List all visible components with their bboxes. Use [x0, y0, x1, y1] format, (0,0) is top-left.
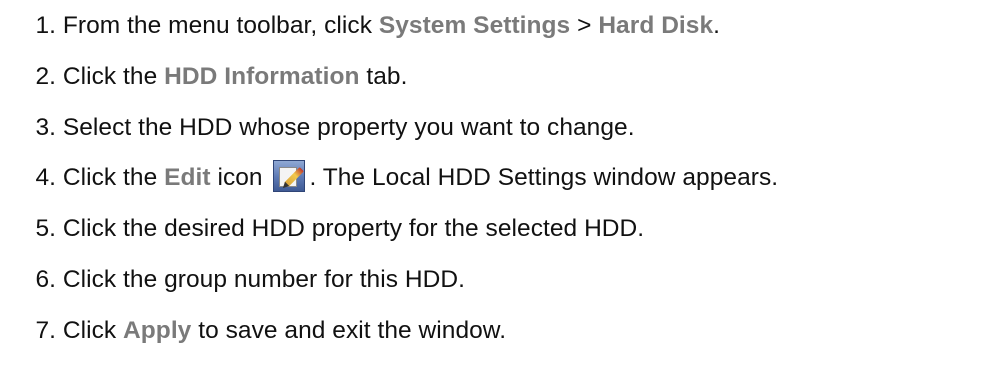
step-number: 7.	[35, 317, 56, 344]
step-text: Click the	[62, 63, 165, 90]
step-5: 5. Click the desired HDD property for th…	[10, 209, 644, 249]
step-number: 1.	[35, 12, 56, 39]
step-text: Select the HDD whose property you want t…	[62, 114, 635, 141]
step-text: Click the desired HDD property for the s…	[62, 215, 645, 242]
step-7: 7. Click Apply to save and exit the wind…	[10, 311, 506, 351]
step-4: 4. Click the Edit icon . The Local HDD S…	[10, 158, 778, 198]
step-text: . The Local HDD Settings window appears.	[309, 164, 779, 191]
tab-reference: HDD Information	[164, 63, 360, 90]
step-6: 6. Click the group number for this HDD.	[10, 260, 465, 300]
step-number: 3.	[35, 114, 56, 141]
step-2: 2. Click the HDD Information tab.	[10, 57, 407, 97]
step-text: .	[713, 12, 720, 39]
step-1: 1. From the menu toolbar, click System S…	[10, 6, 720, 46]
step-text: icon	[210, 164, 270, 191]
step-3: 3. Select the HDD whose property you wan…	[10, 108, 635, 148]
step-number: 2.	[35, 63, 56, 90]
menu-reference: Hard Disk	[598, 12, 714, 39]
step-text: Click the	[62, 164, 165, 191]
step-number: 5.	[35, 215, 56, 242]
button-reference: Apply	[123, 317, 192, 344]
step-text: From the menu toolbar, click	[62, 12, 379, 39]
step-text: >	[570, 12, 599, 39]
step-number: 4.	[35, 164, 56, 191]
step-number: 6.	[35, 266, 56, 293]
step-text: Click the group number for this HDD.	[62, 266, 465, 293]
step-text: Click	[62, 317, 124, 344]
button-reference: Edit	[164, 164, 211, 191]
edit-icon	[273, 160, 306, 192]
menu-reference: System Settings	[378, 12, 571, 39]
step-text: to save and exit the window.	[191, 317, 507, 344]
step-text: tab.	[359, 63, 408, 90]
